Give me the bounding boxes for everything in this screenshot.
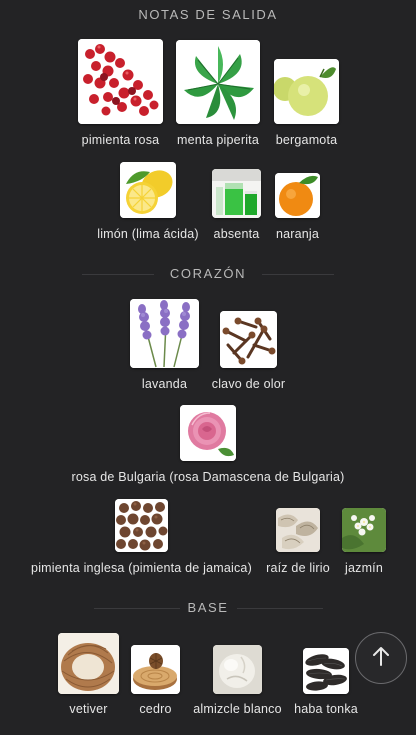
- divider-line: [237, 607, 323, 609]
- note-label[interactable]: lavanda: [132, 377, 197, 391]
- note-label[interactable]: limón (lima ácida): [92, 227, 204, 241]
- divider-line: [262, 273, 334, 275]
- clove-image[interactable]: [220, 311, 277, 368]
- note-label[interactable]: haba tonka: [291, 702, 361, 716]
- note-label[interactable]: absenta: [206, 227, 267, 241]
- note-label[interactable]: bergamota: [268, 133, 345, 147]
- section-title-top-notes: NOTAS DE SALIDA: [0, 7, 416, 22]
- divider-line: [94, 607, 180, 609]
- section-title-text: CORAZÓN: [169, 266, 247, 281]
- note-label[interactable]: raíz de lirio: [262, 561, 334, 575]
- rose-image[interactable]: [180, 405, 236, 461]
- divider-line: [82, 273, 154, 275]
- absinthe-image[interactable]: [212, 169, 261, 218]
- note-label[interactable]: vetiver: [62, 702, 115, 716]
- orange-image[interactable]: [275, 173, 320, 218]
- note-label[interactable]: jazmín: [339, 561, 389, 575]
- pink-pepper-image[interactable]: [78, 39, 163, 124]
- note-label[interactable]: pimienta rosa: [72, 133, 169, 147]
- section-title-heart-notes: CORAZÓN: [0, 266, 416, 281]
- note-label[interactable]: cedro: [134, 702, 177, 716]
- lemon-image[interactable]: [120, 162, 176, 218]
- section-title-text: BASE: [187, 600, 229, 615]
- note-label[interactable]: clavo de olor: [210, 377, 287, 391]
- cedar-image[interactable]: [131, 645, 180, 694]
- peppermint-image[interactable]: [176, 40, 260, 124]
- bergamot-image[interactable]: [274, 59, 339, 124]
- tonka-bean-image[interactable]: [303, 648, 349, 694]
- section-title-text: NOTAS DE SALIDA: [138, 7, 278, 22]
- arrow-up-icon: [369, 644, 393, 673]
- note-label[interactable]: almizcle blanco: [189, 702, 286, 716]
- lavender-image[interactable]: [130, 299, 199, 368]
- section-title-base-notes: BASE: [0, 600, 416, 615]
- note-label[interactable]: naranja: [269, 227, 326, 241]
- note-label[interactable]: menta piperita: [172, 133, 264, 147]
- jasmine-image[interactable]: [342, 508, 386, 552]
- orris-root-image[interactable]: [276, 508, 320, 552]
- vetiver-image[interactable]: [58, 633, 119, 694]
- white-musk-image[interactable]: [213, 645, 262, 694]
- allspice-image[interactable]: [115, 499, 168, 552]
- note-label[interactable]: pimienta inglesa (pimienta de jamaica): [27, 561, 256, 575]
- scroll-to-top-button[interactable]: [355, 632, 407, 684]
- note-label[interactable]: rosa de Bulgaria (rosa Damascena de Bulg…: [68, 470, 348, 484]
